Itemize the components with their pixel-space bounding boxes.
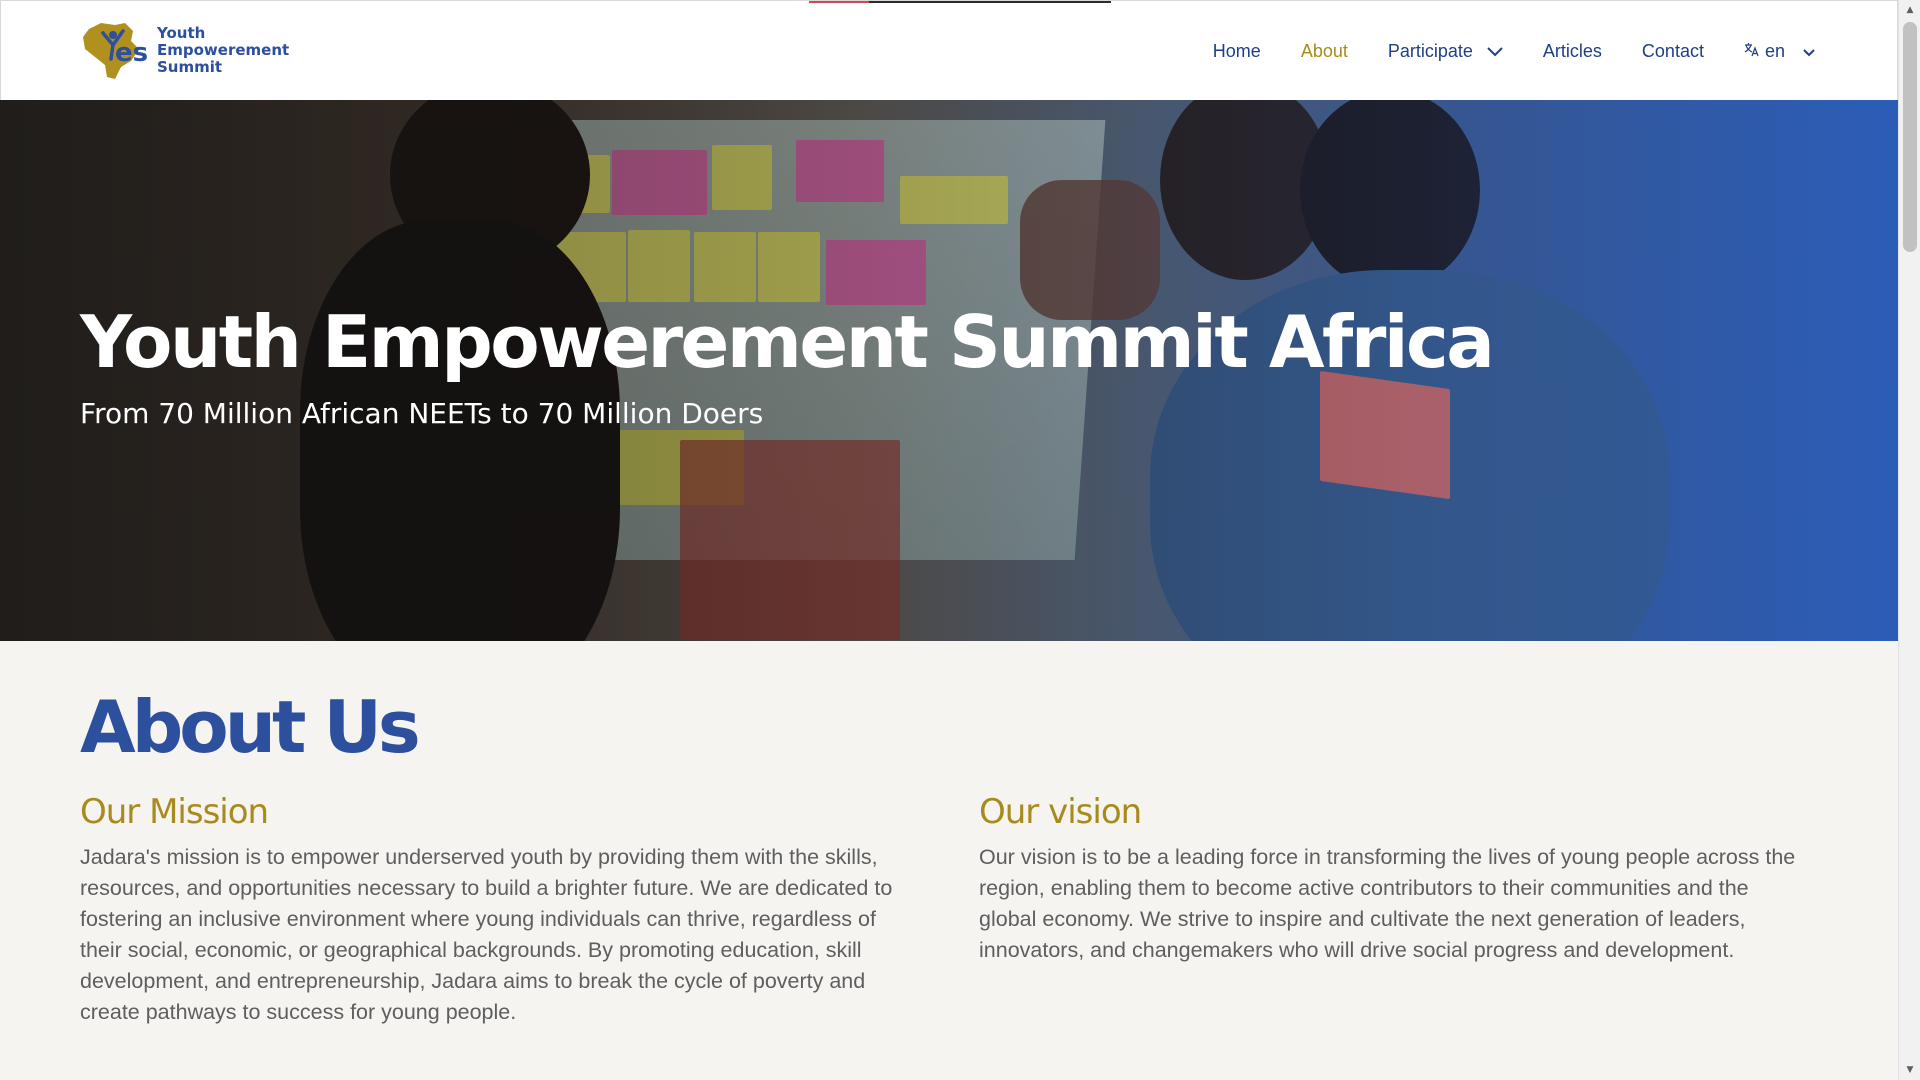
language-selector[interactable]: en [1744,41,1815,62]
hero-title: Youth Empowerement Summit Africa [80,300,1495,384]
mission-section: Our Mission Jadara's mission is to empow… [80,792,900,1028]
mission-text: Jadara's mission is to empower underserv… [80,845,893,1024]
page-scrollbar[interactable]: ▲ ▼ [1898,0,1920,1080]
vision-title: Our vision [979,792,1142,832]
logo-line-2: Empowerement [157,40,290,59]
nav-contact[interactable]: Contact [1642,41,1704,62]
logo-icon: es [83,23,148,79]
scrollbar-thumb[interactable] [1903,22,1917,252]
translate-icon [1744,42,1759,60]
logo-line-1: Youth [157,23,206,42]
main-nav: Home About Participate Articles Contact … [1173,1,1815,101]
vision-section: Our vision Our vision is to be a leading… [979,792,1799,966]
site-logo[interactable]: es Youth Empowerement Summit [81,19,289,81]
page: es Youth Empowerement Summit Home About … [0,0,1898,1080]
scroll-down-arrow-icon[interactable]: ▼ [1899,1060,1920,1080]
loading-bar [809,1,1111,3]
nav-participate-label: Participate [1387,40,1473,61]
vision-text: Our vision is to be a leading force in t… [979,845,1796,962]
mission-title: Our Mission [80,792,269,832]
nav-participate-dropdown[interactable]: Participate [1388,41,1503,62]
nav-home[interactable]: Home [1213,41,1261,62]
svg-text:es: es [115,38,148,68]
hero-subtitle: From 70 Million African NEETs to 70 Mill… [80,397,764,430]
logo-line-3: Summit [157,57,223,76]
nav-articles[interactable]: Articles [1543,41,1602,62]
logo-wordmark: Youth Empowerement Summit [157,23,290,76]
hero-banner: Youth Empowerement Summit Africa From 70… [0,100,1898,641]
site-header: es Youth Empowerement Summit Home About … [0,0,1898,100]
chevron-down-icon [1803,41,1815,62]
nav-about[interactable]: About [1301,41,1348,62]
chevron-down-icon [1487,41,1503,62]
scroll-up-arrow-icon[interactable]: ▲ [1899,0,1920,20]
language-label: en [1764,40,1785,61]
about-heading: About Us [80,685,421,769]
